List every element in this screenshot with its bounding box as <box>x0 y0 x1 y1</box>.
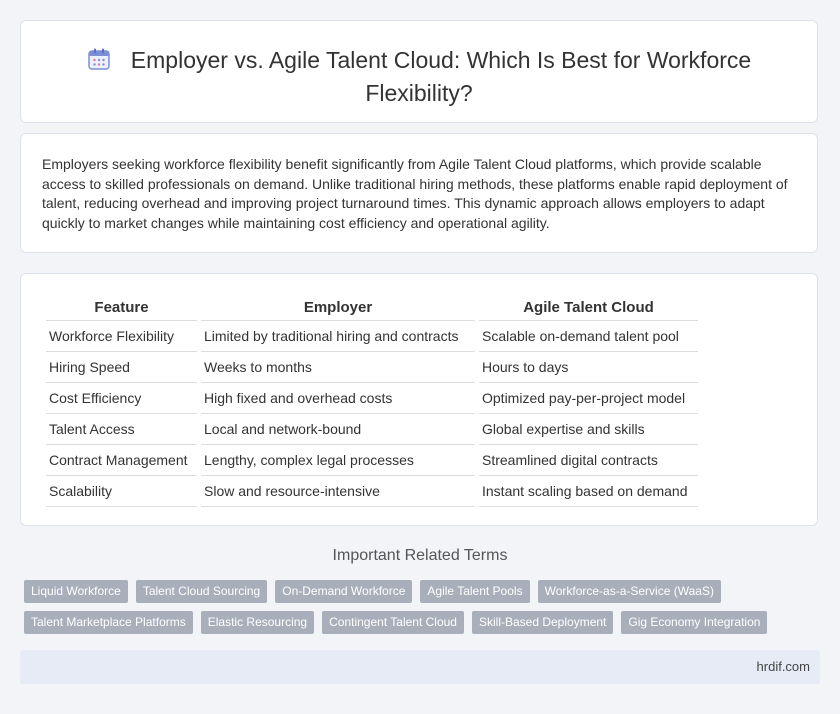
feature-cell: Workforce Flexibility <box>46 321 197 352</box>
feature-cell: Contract Management <box>46 445 197 476</box>
header-feature: Feature <box>46 296 197 321</box>
agile-cell: Scalable on-demand talent pool <box>479 321 698 352</box>
tag-row: Liquid Workforce Talent Cloud Sourcing O… <box>24 580 804 603</box>
comparison-card: Feature Employer Agile Talent Cloud Work… <box>20 273 818 526</box>
employer-cell: Limited by traditional hiring and contra… <box>201 321 475 352</box>
feature-cell: Hiring Speed <box>46 352 197 383</box>
agile-cell: Hours to days <box>479 352 698 383</box>
tag-elastic-resourcing[interactable]: Elastic Resourcing <box>200 611 315 634</box>
employer-cell: Slow and resource-intensive <box>201 476 475 507</box>
page-title-text: Employer vs. Agile Talent Cloud: Which I… <box>130 47 752 106</box>
tag-skill-based-deployment[interactable]: Skill-Based Deployment <box>471 611 614 634</box>
employer-cell: Local and network-bound <box>201 414 475 445</box>
tag-on-demand-workforce[interactable]: On-Demand Workforce <box>275 580 413 603</box>
feature-cell: Scalability <box>46 476 197 507</box>
employer-cell: High fixed and overhead costs <box>201 383 475 414</box>
table-header-row: Feature Employer Agile Talent Cloud <box>46 296 698 321</box>
tag-talent-cloud-sourcing[interactable]: Talent Cloud Sourcing <box>135 580 268 603</box>
related-terms-tags: Liquid Workforce Talent Cloud Sourcing O… <box>24 580 804 642</box>
table-row: Scalability Slow and resource-intensive … <box>46 476 698 507</box>
comparison-table: Feature Employer Agile Talent Cloud Work… <box>42 296 702 507</box>
footer-site-link[interactable]: hrdif.com <box>757 659 810 674</box>
table-row: Workforce Flexibility Limited by traditi… <box>46 321 698 352</box>
tag-gig-economy-integration[interactable]: Gig Economy Integration <box>621 611 768 634</box>
header-agile-talent-cloud: Agile Talent Cloud <box>479 296 698 321</box>
intro-paragraph: Employers seeking workforce flexibility … <box>42 156 788 231</box>
table-row: Contract Management Lengthy, complex leg… <box>46 445 698 476</box>
employer-cell: Weeks to months <box>201 352 475 383</box>
agile-cell: Instant scaling based on demand <box>479 476 698 507</box>
employer-cell: Lengthy, complex legal processes <box>201 445 475 476</box>
tag-workforce-as-a-service[interactable]: Workforce-as-a-Service (WaaS) <box>537 580 721 603</box>
feature-cell: Talent Access <box>46 414 197 445</box>
title-card: Employer vs. Agile Talent Cloud: Which I… <box>20 20 818 123</box>
table-row: Talent Access Local and network-bound Gl… <box>46 414 698 445</box>
tag-row: Talent Marketplace Platforms Elastic Res… <box>24 611 804 634</box>
feature-cell: Cost Efficiency <box>46 383 197 414</box>
related-terms-heading: Important Related Terms <box>332 547 508 564</box>
footer: hrdif.com <box>20 650 820 684</box>
table-row: Hiring Speed Weeks to months Hours to da… <box>46 352 698 383</box>
header-employer: Employer <box>201 296 475 321</box>
agile-cell: Optimized pay-per-project model <box>479 383 698 414</box>
agile-cell: Streamlined digital contracts <box>479 445 698 476</box>
tag-contingent-talent-cloud[interactable]: Contingent Talent Cloud <box>322 611 464 634</box>
calendar-icon <box>87 47 111 78</box>
tag-talent-marketplace-platforms[interactable]: Talent Marketplace Platforms <box>24 611 193 634</box>
table-row: Cost Efficiency High fixed and overhead … <box>46 383 698 414</box>
tag-liquid-workforce[interactable]: Liquid Workforce <box>24 580 128 603</box>
tag-agile-talent-pools[interactable]: Agile Talent Pools <box>420 580 530 603</box>
page-title: Employer vs. Agile Talent Cloud: Which I… <box>61 45 777 108</box>
intro-card: Employers seeking workforce flexibility … <box>20 133 818 253</box>
agile-cell: Global expertise and skills <box>479 414 698 445</box>
